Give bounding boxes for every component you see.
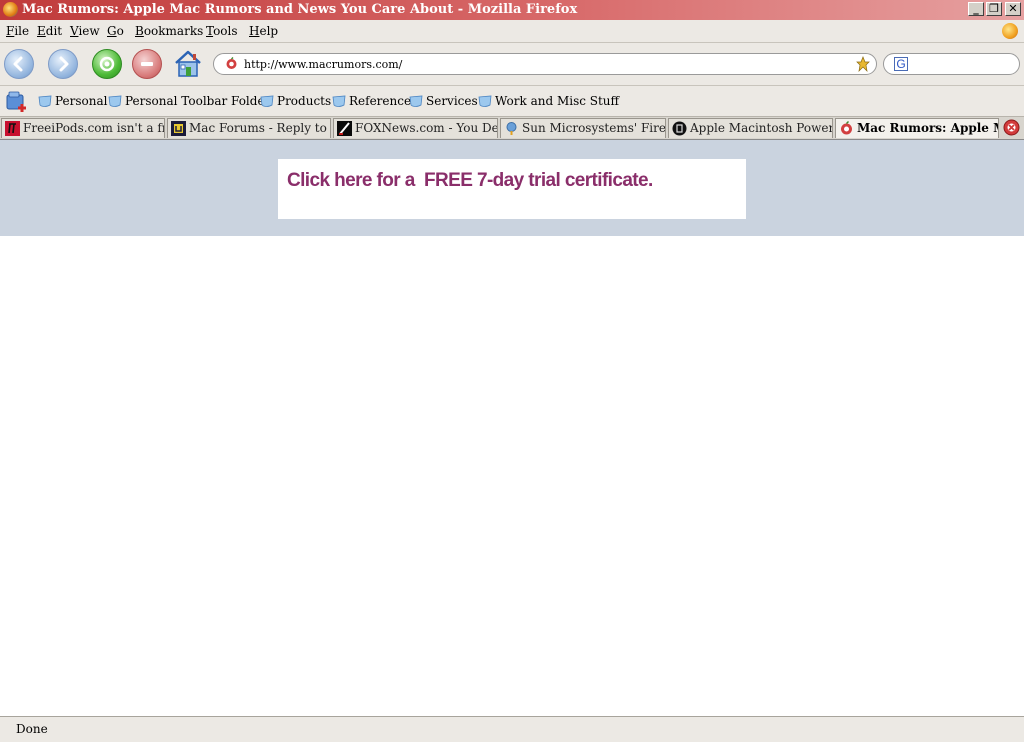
stop-icon [141, 62, 153, 66]
folder-icon [478, 95, 492, 107]
reload-button[interactable] [92, 49, 122, 79]
trial-certificate-ad-link[interactable]: Click here for a FREE 7-day trial certif… [287, 170, 653, 192]
tab-sun-microsystems[interactable]: Sun Microsystems' Fire ... [500, 118, 666, 138]
menu-go[interactable]: Go [107, 24, 124, 38]
bookmark-label: Work and Misc Stuff [495, 94, 620, 108]
bookmark-label: Personal [55, 94, 108, 108]
status-text: Done [16, 722, 48, 736]
freeipods-favicon-icon [5, 121, 20, 136]
throbber-icon [1002, 23, 1018, 39]
apple-favicon-icon [672, 121, 687, 136]
search-input[interactable] [912, 56, 1012, 72]
minimize-button[interactable]: _ [968, 2, 984, 16]
macrumors-favicon-icon [841, 121, 852, 135]
bookmark-folder-work-misc[interactable]: Work and Misc Stuff [478, 93, 619, 109]
url-input[interactable] [244, 56, 834, 72]
bottom-edge [0, 742, 1024, 756]
forward-button[interactable] [48, 49, 78, 79]
menu-edit[interactable]: Edit [37, 24, 62, 38]
page-content: Click here for a FREE 7-day trial certif… [0, 140, 1024, 715]
menu-bookmarks[interactable]: Bookmarks [135, 24, 203, 38]
folder-icon [38, 95, 52, 107]
bookmark-star-icon[interactable] [856, 56, 870, 72]
tab-label: Sun Microsystems' Fire ... [522, 121, 666, 135]
firefox-icon [3, 2, 18, 17]
tab-label: FreeiPods.com isn't a fre... [23, 121, 164, 135]
home-button[interactable] [172, 48, 204, 80]
sun-favicon-icon [506, 122, 517, 135]
tab-label: Apple Macintosh Power... [690, 121, 833, 135]
forward-arrow-icon [59, 56, 69, 72]
status-bar: Done [0, 716, 1024, 743]
tab-label: Mac Forums - Reply to ... [189, 121, 331, 135]
tab-label: Mac Rumors: Apple Ma... [857, 121, 998, 135]
menu-file[interactable]: File [6, 24, 29, 38]
tab-foxnews[interactable]: FOXNews.com - You De... [333, 118, 498, 138]
bookmark-label: Personal Toolbar Folder [125, 94, 271, 108]
tab-bar: FreeiPods.com isn't a fre... Mac Forums … [0, 117, 1024, 140]
tab-label: FOXNews.com - You De... [355, 121, 498, 135]
bookmark-folder-reference[interactable]: Reference [332, 93, 411, 109]
menu-view[interactable]: View [70, 24, 100, 38]
back-button[interactable] [4, 49, 34, 79]
macforums-favicon-icon [171, 121, 186, 136]
window-title: Mac Rumors: Apple Mac Rumors and News Yo… [22, 2, 578, 17]
folder-icon [108, 95, 122, 107]
bookmark-label: Reference [349, 94, 412, 108]
menu-help[interactable]: Help [249, 24, 278, 38]
search-bar[interactable]: G [883, 53, 1020, 75]
menu-bar: File Edit View Go Bookmarks Tools Help [0, 20, 1024, 43]
bookmark-folder-services[interactable]: Services [409, 93, 478, 109]
back-arrow-icon [13, 56, 23, 72]
reload-icon [99, 56, 115, 72]
folder-icon [409, 95, 423, 107]
close-button[interactable]: ✕ [1005, 2, 1021, 16]
bookmark-folder-products[interactable]: Products [260, 93, 331, 109]
folder-icon [260, 95, 274, 107]
macrumors-favicon-icon [226, 57, 237, 69]
foxnews-favicon-icon [337, 121, 352, 136]
stop-button[interactable] [132, 49, 162, 79]
address-bar[interactable] [213, 53, 877, 75]
window-title-bar[interactable]: Mac Rumors: Apple Mac Rumors and News Yo… [0, 0, 1024, 20]
folder-icon [332, 95, 346, 107]
ad-banner[interactable]: Click here for a FREE 7-day trial certif… [278, 159, 746, 219]
bookmark-folder-personal[interactable]: Personal [38, 93, 107, 109]
bookmark-label: Services [426, 94, 478, 108]
bookmarks-toolbar: Personal Personal Toolbar Folder Product… [0, 86, 1024, 117]
add-bookmark-icon[interactable] [4, 89, 28, 113]
tab-mac-rumors[interactable]: Mac Rumors: Apple Ma... [835, 118, 999, 138]
tab-mac-forums[interactable]: Mac Forums - Reply to ... [167, 118, 331, 138]
bookmark-label: Products [277, 94, 332, 108]
close-tab-icon[interactable] [1003, 119, 1020, 136]
bookmark-folder-personal-toolbar[interactable]: Personal Toolbar Folder [108, 93, 270, 109]
tab-freeipods[interactable]: FreeiPods.com isn't a fre... [1, 118, 165, 138]
google-search-icon[interactable]: G [894, 57, 908, 71]
tab-apple-macintosh[interactable]: Apple Macintosh Power... [668, 118, 833, 138]
ad-banner-band: Click here for a FREE 7-day trial certif… [0, 140, 1024, 236]
maximize-button[interactable]: ❐ [986, 2, 1002, 16]
menu-tools[interactable]: Tools [206, 24, 238, 38]
